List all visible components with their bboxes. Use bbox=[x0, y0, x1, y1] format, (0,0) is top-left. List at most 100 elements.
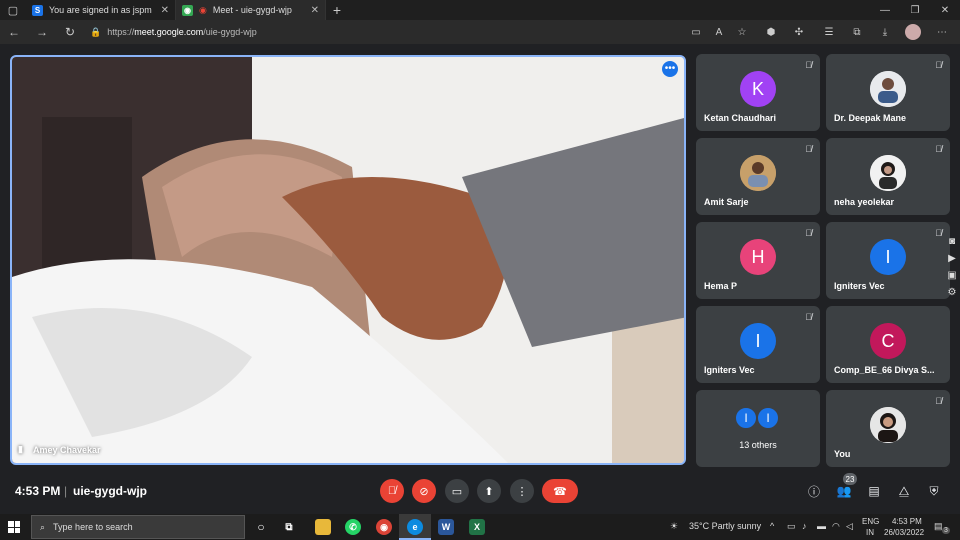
read-aloud-icon[interactable]: A bbox=[711, 24, 727, 40]
participant-tile[interactable]: 🎙̸ I Igniters Vec bbox=[696, 306, 820, 383]
collections-icon[interactable]: ⧉ bbox=[849, 24, 865, 40]
minimize-icon[interactable]: — bbox=[870, 0, 900, 20]
avatar bbox=[870, 407, 906, 443]
s-favicon-icon: S bbox=[32, 4, 43, 16]
clock-date[interactable]: 26/03/2022 bbox=[884, 528, 924, 537]
tab-meet[interactable]: ◉ ◉ Meet - uie-gygd-wjp ✕ bbox=[176, 0, 326, 20]
file-explorer-icon[interactable] bbox=[315, 519, 331, 535]
mic-off-icon: 🎙̸ bbox=[387, 485, 397, 497]
camera-in-use-tray-icon[interactable]: ▭ bbox=[787, 521, 796, 532]
mic-tray-icon[interactable]: ♪ bbox=[802, 521, 807, 531]
participant-name: Comp_BE_66 Divya S... bbox=[834, 365, 935, 375]
profile-avatar[interactable] bbox=[905, 24, 921, 40]
participant-tile[interactable]: 🎙̸ K Ketan Chaudhari bbox=[696, 54, 820, 131]
whatsapp-icon[interactable]: ✆ bbox=[345, 519, 361, 535]
participant-tile[interactable]: C Comp_BE_66 Divya S... bbox=[826, 306, 950, 383]
side-tools: ◙ ▶ ▣ ⚙ bbox=[944, 236, 960, 298]
clock-time[interactable]: 4:53 PM bbox=[892, 517, 922, 526]
others-tile[interactable]: I I 13 others bbox=[696, 390, 820, 467]
avatar: I bbox=[734, 406, 758, 430]
others-count-label: 13 others bbox=[739, 440, 777, 450]
volume-icon[interactable]: ◁ bbox=[846, 521, 853, 532]
puzzle-icon[interactable]: ✣ bbox=[791, 24, 807, 40]
battery-icon[interactable]: ▬ bbox=[817, 521, 826, 531]
participant-name: Igniters Vec bbox=[834, 281, 885, 291]
avatar: I bbox=[870, 239, 906, 275]
language-top[interactable]: ENG bbox=[862, 517, 879, 526]
excel-icon[interactable]: X bbox=[469, 519, 485, 535]
mic-off-icon: 🎙̸ bbox=[935, 60, 942, 70]
weather-text[interactable]: 35°C Partly sunny bbox=[689, 521, 761, 531]
captions-button[interactable]: ▭ bbox=[445, 479, 469, 503]
taskbar-search-input[interactable]: ⌕ Type here to search bbox=[31, 515, 245, 539]
host-controls-icon[interactable]: ⛨ bbox=[925, 482, 943, 500]
reload-icon[interactable]: ↻ bbox=[56, 25, 84, 39]
more-options-icon[interactable]: ••• bbox=[662, 61, 678, 77]
camera-in-use-icon[interactable]: ▭ bbox=[688, 24, 704, 40]
camera-toggle-button[interactable]: ⊘ bbox=[412, 479, 436, 503]
mic-off-icon: 🎙̸ bbox=[805, 60, 812, 70]
tab-actions-icon[interactable]: ▢ bbox=[0, 0, 26, 20]
divider: | bbox=[64, 484, 68, 498]
new-tab-button[interactable]: + bbox=[326, 0, 348, 20]
present-button[interactable]: ⬆ bbox=[477, 479, 501, 503]
task-view-icon[interactable]: ⧉ bbox=[281, 519, 297, 535]
avatar: H bbox=[740, 239, 776, 275]
avatar bbox=[740, 155, 776, 191]
mic-off-icon: 🎙̸ bbox=[805, 144, 812, 154]
tray-chevron-icon[interactable]: ^ bbox=[770, 521, 774, 531]
edge-icon[interactable]: e bbox=[407, 519, 423, 535]
participant-tile[interactable]: 🎙̸ Dr. Deepak Mane bbox=[826, 54, 950, 131]
gallery-icon[interactable]: ▣ bbox=[947, 270, 956, 281]
participant-tile[interactable]: 🎙̸ H Hema P bbox=[696, 222, 820, 299]
meet-favicon-icon: ◉ bbox=[182, 4, 193, 16]
chrome-icon[interactable]: ◉ bbox=[376, 519, 392, 535]
avatar bbox=[870, 155, 906, 191]
wifi-icon[interactable]: ◠ bbox=[832, 521, 840, 532]
gear-icon[interactable]: ⚙ bbox=[948, 287, 957, 298]
close-tab-icon[interactable]: ✕ bbox=[161, 5, 169, 16]
url-field[interactable]: 🔒 https://meet.google.com/uie-gygd-wjp bbox=[90, 22, 690, 42]
video-icon[interactable]: ▶ bbox=[948, 253, 956, 264]
tab-signed-in[interactable]: S You are signed in as jspm ✕ bbox=[26, 0, 176, 20]
language-bottom[interactable]: IN bbox=[866, 528, 874, 537]
participant-tile[interactable]: 🎙̸ neha yeolekar bbox=[826, 138, 950, 215]
participant-tile[interactable]: 🎙̸ I Igniters Vec bbox=[826, 222, 950, 299]
cortana-icon[interactable]: ○ bbox=[253, 519, 269, 535]
self-tile[interactable]: 🎙̸ You bbox=[826, 390, 950, 467]
present-icon: ⬆ bbox=[484, 485, 494, 498]
close-window-icon[interactable]: ✕ bbox=[930, 0, 960, 20]
speaker-name: Amey Chavekar bbox=[32, 444, 101, 455]
forward-icon[interactable]: → bbox=[28, 25, 56, 39]
mic-toggle-button[interactable]: 🎙̸ bbox=[380, 479, 404, 503]
extension-icon[interactable]: ⬢ bbox=[763, 24, 779, 40]
settings-more-icon[interactable]: ⋯ bbox=[934, 24, 950, 40]
pin-icon[interactable]: ▮ bbox=[18, 444, 23, 455]
avatar bbox=[870, 71, 906, 107]
activities-icon[interactable]: ⧋ bbox=[895, 482, 913, 500]
favorites-bar-icon[interactable]: ☰ bbox=[821, 24, 837, 40]
notification-count: 3 bbox=[942, 527, 950, 534]
back-icon[interactable]: ← bbox=[0, 25, 28, 39]
main-video-tile[interactable]: ••• ▮ Amey Chavekar bbox=[10, 55, 686, 465]
avatar: I bbox=[756, 406, 780, 430]
people-count-badge: 23 bbox=[843, 473, 857, 485]
download-icon[interactable]: ⤓ bbox=[877, 24, 893, 40]
participant-tile[interactable]: 🎙̸ Amit Sarje bbox=[696, 138, 820, 215]
weather-icon[interactable]: ☀ bbox=[670, 521, 678, 532]
mic-off-icon: 🎙̸ bbox=[935, 144, 942, 154]
lock-icon[interactable]: 🔒 bbox=[90, 27, 101, 38]
camera-icon[interactable]: ◙ bbox=[949, 236, 955, 247]
more-vert-icon: ⋮ bbox=[516, 485, 528, 498]
leave-call-button[interactable]: ☎ bbox=[542, 479, 578, 503]
mic-off-icon: 🎙̸ bbox=[935, 228, 942, 238]
participant-name: Igniters Vec bbox=[704, 365, 755, 375]
close-tab-icon[interactable]: ✕ bbox=[311, 5, 319, 16]
more-options-button[interactable]: ⋮ bbox=[510, 479, 534, 503]
favorite-icon[interactable]: ☆ bbox=[734, 24, 750, 40]
chat-icon[interactable]: ▤ bbox=[865, 482, 883, 500]
restore-icon[interactable]: ❐ bbox=[900, 0, 930, 20]
word-icon[interactable]: W bbox=[438, 519, 454, 535]
meeting-details-icon[interactable]: ⓘ bbox=[805, 482, 823, 500]
windows-start-icon[interactable] bbox=[8, 521, 20, 533]
